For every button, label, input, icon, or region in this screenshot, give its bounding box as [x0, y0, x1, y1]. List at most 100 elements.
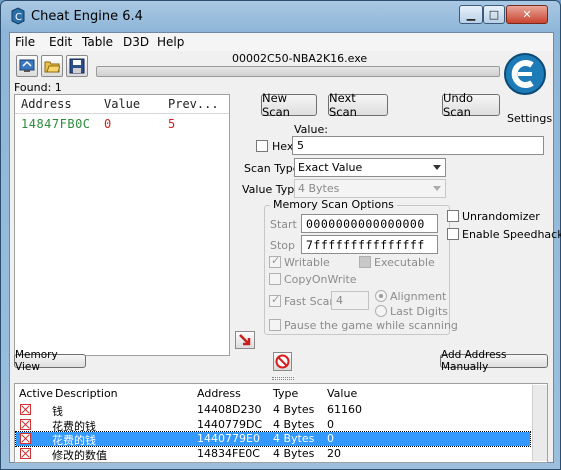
arrow-down-right-icon	[239, 334, 251, 346]
stop-button[interactable]	[273, 352, 292, 371]
active-checkbox[interactable]	[20, 419, 31, 430]
memory-scan-options-title: Memory Scan Options	[270, 198, 397, 211]
menu-file[interactable]: File	[15, 35, 35, 49]
main-window: C Cheat Engine 6.4 ▁ □ ✕ File Edit Table…	[0, 0, 561, 470]
address-header-type[interactable]: Type	[273, 387, 298, 400]
open-process-button[interactable]	[16, 55, 38, 77]
results-header-previous[interactable]: Prev...	[168, 97, 219, 111]
menu-d3d[interactable]: D3D	[123, 35, 149, 49]
result-address: 14847FB0C	[21, 117, 91, 131]
last-digits-label: Last Digits	[390, 305, 449, 318]
results-header-address[interactable]: Address	[21, 97, 72, 111]
title-bar[interactable]: C Cheat Engine 6.4 ▁ □ ✕	[1, 1, 560, 31]
last-digits-radio[interactable]	[375, 305, 387, 317]
row-value: 61160	[327, 403, 362, 416]
undo-scan-button[interactable]: Undo Scan	[442, 91, 500, 119]
alignment-radio[interactable]	[375, 290, 387, 302]
maximize-button[interactable]: □	[483, 5, 505, 24]
active-checkbox[interactable]	[20, 433, 31, 444]
address-header-description[interactable]: Description	[55, 387, 118, 400]
start-label: Start	[270, 218, 297, 231]
speedhack-label: Enable Speedhack	[462, 228, 561, 241]
value-input[interactable]: 5	[292, 136, 544, 155]
chevron-down-icon	[433, 186, 441, 191]
copy-on-write-checkbox[interactable]	[269, 273, 281, 285]
address-header-active[interactable]: Active	[19, 387, 53, 400]
svg-text:C: C	[15, 12, 22, 23]
scan-progress-bar	[96, 66, 500, 77]
value-type-label: Value Type	[242, 183, 301, 196]
scan-type-select[interactable]: Exact Value	[294, 158, 446, 177]
results-row[interactable]: 14847FB0C 0 5	[15, 116, 229, 131]
row-address: 14834FE0C	[197, 447, 260, 460]
settings-label[interactable]: Settings	[507, 112, 552, 125]
row-value: 0	[327, 432, 334, 445]
open-file-icon	[44, 61, 60, 73]
address-table-row[interactable]: 钱 14408D230 4 Bytes 61160	[16, 403, 530, 418]
fast-scan-label: Fast Scan	[284, 295, 337, 308]
active-checkbox[interactable]	[20, 448, 31, 459]
cheat-engine-logo-icon: C	[11, 7, 25, 25]
row-type: 4 Bytes	[273, 447, 315, 460]
check-icon: ✓	[271, 293, 281, 306]
fast-scan-value-input[interactable]: 4	[331, 291, 369, 310]
add-address-manually-button[interactable]: Add Address Manually	[440, 349, 548, 373]
save-button[interactable]	[66, 55, 88, 77]
results-header-divider	[15, 113, 229, 114]
new-scan-button[interactable]: New Scan	[261, 91, 317, 119]
value-label: Value:	[294, 123, 328, 136]
close-button[interactable]: ✕	[506, 5, 548, 24]
process-name: 00002C50-NBA2K16.exe	[232, 52, 368, 65]
scan-results-list[interactable]: Address Value Prev... 14847FB0C 0 5	[14, 94, 230, 356]
fast-scan-checkbox[interactable]: ✓	[269, 293, 281, 307]
active-checkbox[interactable]	[20, 404, 31, 415]
row-value: 0	[327, 418, 334, 431]
open-process-icon	[19, 59, 35, 72]
value-type-select[interactable]: 4 Bytes	[294, 179, 446, 198]
row-description: 修改的数值	[52, 449, 107, 462]
writable-checkbox[interactable]: ✓	[269, 254, 281, 268]
copy-on-write-label: CopyOnWrite	[284, 273, 357, 286]
add-to-list-button[interactable]	[235, 331, 255, 349]
close-icon: ✕	[522, 8, 532, 21]
speedhack-checkbox[interactable]	[447, 228, 459, 240]
writable-label: Writable	[284, 256, 330, 269]
address-table-row[interactable]: 修改的数值 14834FE0C 4 Bytes 20	[16, 447, 530, 462]
hex-checkbox[interactable]	[256, 140, 268, 152]
address-header-address[interactable]: Address	[197, 387, 241, 400]
menu-edit[interactable]: Edit	[49, 35, 72, 49]
cheat-engine-settings-logo-icon[interactable]	[502, 51, 548, 97]
splitter-handle[interactable]	[272, 377, 294, 380]
stop-label: Stop	[270, 239, 296, 252]
alignment-label: Alignment	[390, 290, 447, 303]
address-table-row[interactable]: 花费的钱 1440779DC 4 Bytes 0	[16, 418, 530, 433]
start-address-input[interactable]: 0000000000000000	[301, 214, 438, 233]
pause-game-label: Pause the game while scanning	[284, 319, 458, 332]
address-header-value[interactable]: Value	[327, 387, 357, 400]
menu-help[interactable]: Help	[157, 35, 184, 49]
scan-type-value: Exact Value	[298, 161, 363, 174]
maximize-icon: □	[488, 8, 500, 21]
open-file-button[interactable]	[41, 55, 63, 77]
row-address: 14408D230	[197, 403, 262, 416]
pause-game-checkbox[interactable]	[269, 319, 281, 331]
result-value: 0	[104, 117, 112, 131]
memory-view-button[interactable]: Memory View	[14, 349, 86, 373]
row-description: 花费的钱	[52, 434, 96, 447]
stop-address-input[interactable]: 7fffffffffffffff	[301, 235, 438, 254]
minimize-button[interactable]: ▁	[459, 5, 483, 24]
window-title: Cheat Engine 6.4	[31, 9, 143, 24]
next-scan-button[interactable]: Next Scan	[328, 91, 388, 119]
executable-label: Executable	[374, 256, 435, 269]
unrandomizer-label: Unrandomizer	[462, 210, 540, 223]
menu-table[interactable]: Table	[82, 35, 113, 49]
executable-checkbox[interactable]	[359, 256, 371, 268]
scan-type-label: Scan Type	[244, 162, 300, 175]
row-type: 4 Bytes	[273, 418, 315, 431]
results-header-value[interactable]: Value	[104, 97, 140, 111]
row-type: 4 Bytes	[273, 403, 315, 416]
unrandomizer-checkbox[interactable]	[447, 210, 459, 222]
address-table-row[interactable]: 花费的钱 1440779E0 4 Bytes 0	[15, 431, 531, 447]
address-table-scrollbar[interactable]	[532, 385, 547, 461]
address-table[interactable]: Active Description Address Type Value 钱 1…	[14, 383, 548, 463]
